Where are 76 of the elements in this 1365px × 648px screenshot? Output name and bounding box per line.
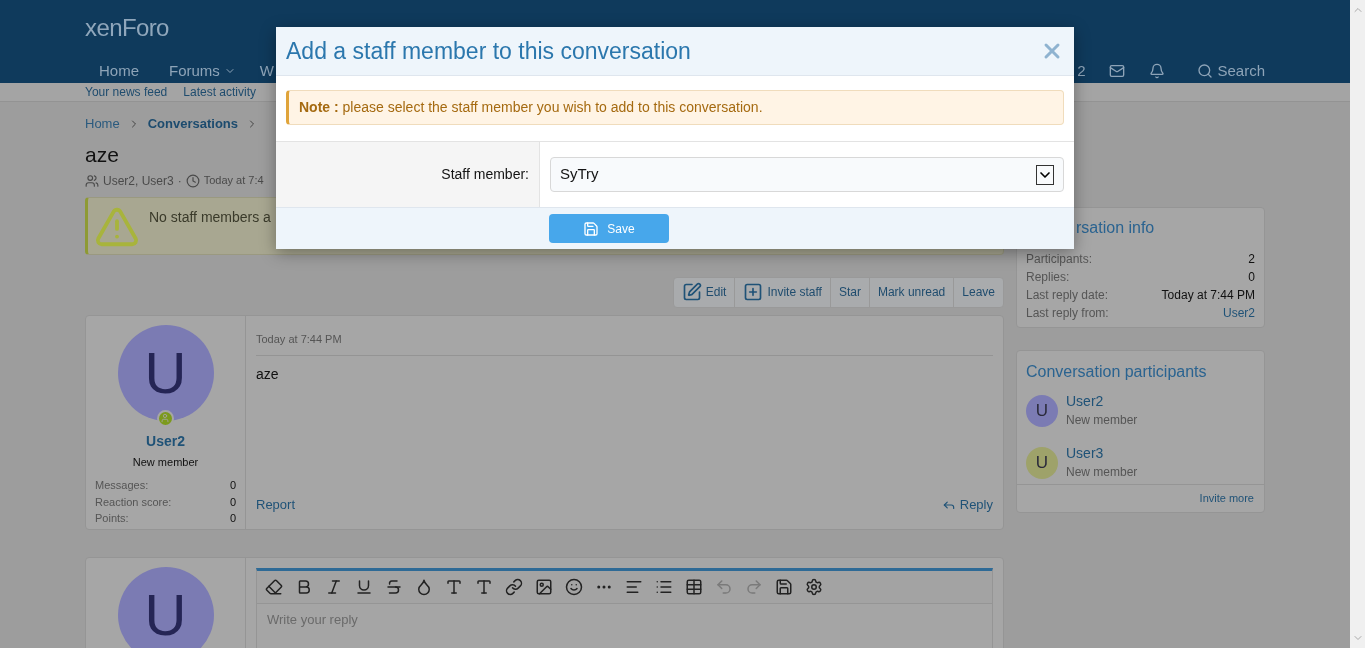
- dialog-title: Add a staff member to this conversation: [286, 36, 691, 66]
- info-label: Last reply date:: [1026, 286, 1109, 304]
- italic-icon[interactable]: [325, 577, 343, 596]
- text-size-icon[interactable]: [475, 577, 493, 596]
- subnav-link[interactable]: Your news feed: [85, 82, 168, 101]
- avatar[interactable]: U: [1026, 394, 1058, 427]
- avatar[interactable]: U: [117, 566, 214, 648]
- stat-label: Messages:: [95, 478, 149, 493]
- clock-icon: [185, 173, 200, 188]
- stat-value: 0: [229, 478, 236, 493]
- participant-role: New member: [1066, 463, 1138, 481]
- nav-tab[interactable]: Home: [85, 60, 153, 83]
- action-button[interactable]: Invite staff: [734, 277, 830, 307]
- settings-icon[interactable]: [805, 577, 823, 596]
- author-name[interactable]: User2: [146, 430, 185, 452]
- eraser-icon[interactable]: [265, 577, 283, 596]
- panel-title: rsation info: [1076, 218, 1155, 236]
- username-fragment[interactable]: 2: [1077, 60, 1086, 83]
- page-title: aze: [85, 141, 120, 168]
- info-value: 0: [1248, 268, 1255, 286]
- table-icon[interactable]: [685, 577, 703, 596]
- separator-dot: ·: [177, 172, 182, 190]
- info-value[interactable]: User2: [1223, 303, 1255, 322]
- post-time[interactable]: Today at 7:44 PM: [256, 332, 342, 345]
- info-label: Participants:: [1026, 250, 1093, 268]
- field-label: Staff member:: [441, 165, 529, 184]
- notice-text: No staff members a: [149, 207, 271, 227]
- participant-role: New member: [1066, 411, 1138, 429]
- search-icon: [1197, 63, 1214, 80]
- users-icon: [85, 173, 99, 188]
- stat-label: Points:: [95, 511, 129, 526]
- info-value: Today at 7:44 PM: [1161, 286, 1255, 304]
- stat-value: 0: [229, 494, 236, 510]
- note-text: Note : please select the staff member you wish to add to this conversation.: [299, 98, 763, 117]
- info-label: Last reply from:: [1026, 304, 1109, 322]
- save-icon: [583, 220, 600, 237]
- action-button[interactable]: Edit: [673, 277, 735, 307]
- smiley-icon[interactable]: [565, 577, 583, 596]
- participant-name[interactable]: User2: [1066, 391, 1138, 411]
- stat-label: Reaction score:: [95, 494, 172, 510]
- participants-text: User2, User3: [103, 172, 174, 190]
- staff-select[interactable]: SyTry: [550, 157, 1064, 192]
- action-button[interactable]: Leave: [953, 277, 1003, 307]
- link-icon[interactable]: [505, 577, 523, 596]
- breadcrumb-link[interactable]: Conversations: [147, 113, 238, 134]
- report-link[interactable]: Report: [256, 495, 296, 515]
- search-button[interactable]: Search: [1189, 60, 1265, 83]
- underline-icon[interactable]: [355, 577, 373, 596]
- reply-input[interactable]: Write your reply: [257, 603, 992, 629]
- invite-more-link[interactable]: Invite more: [1199, 489, 1254, 507]
- save-draft-icon[interactable]: [775, 577, 793, 596]
- panel-title: Conversation participants: [1025, 361, 1208, 382]
- user-title: New member: [132, 454, 199, 470]
- plus-square-icon: [743, 282, 764, 302]
- time-text: Today at 7:4: [203, 173, 264, 189]
- breadcrumb-link[interactable]: Home: [85, 113, 120, 134]
- nav-tab[interactable]: Forums: [155, 60, 244, 83]
- avatar[interactable]: U: [117, 324, 214, 421]
- droplet-icon[interactable]: [415, 577, 433, 596]
- bell-icon[interactable]: [1149, 63, 1166, 80]
- save-button[interactable]: Save: [549, 214, 669, 243]
- info-label: Replies:: [1026, 268, 1070, 286]
- action-button[interactable]: Star: [829, 277, 869, 307]
- action-button[interactable]: Mark unread: [868, 277, 954, 307]
- reply-link[interactable]: Reply: [941, 495, 993, 515]
- edit-icon: [681, 282, 702, 302]
- mail-icon[interactable]: [1109, 63, 1126, 80]
- stat-value: 0: [229, 511, 236, 526]
- subnav-link[interactable]: Latest activity: [183, 82, 256, 101]
- post-body: aze: [256, 364, 280, 384]
- participant-name[interactable]: User3: [1066, 443, 1138, 463]
- info-value: 2: [1248, 250, 1255, 268]
- strikethrough-icon[interactable]: [385, 577, 403, 596]
- image-icon[interactable]: [535, 577, 553, 596]
- font-icon[interactable]: [445, 577, 463, 596]
- avatar[interactable]: U: [1026, 446, 1058, 479]
